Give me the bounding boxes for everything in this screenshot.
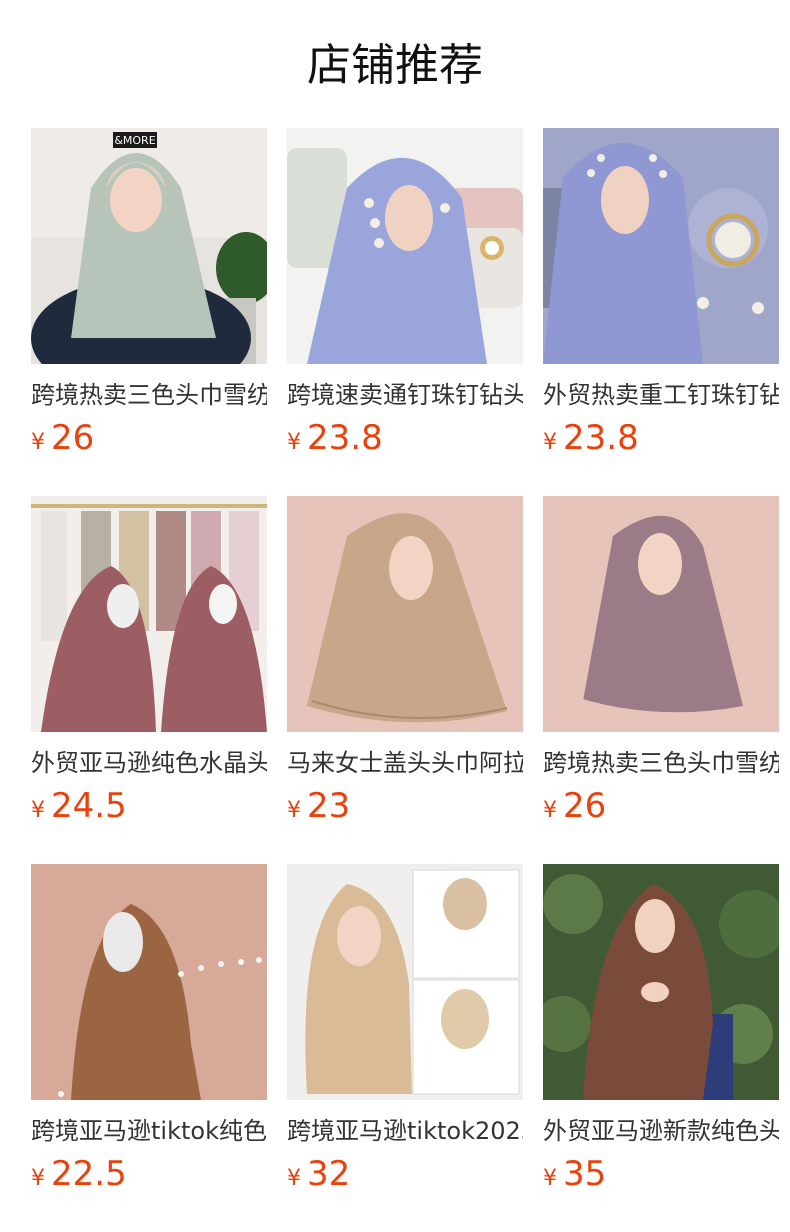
product-price: ¥22.5 [31, 1152, 267, 1196]
section-title: 店铺推荐 [307, 40, 483, 91]
product-price: ¥26 [31, 416, 267, 460]
product-image[interactable] [287, 128, 523, 364]
currency-symbol: ¥ [543, 430, 557, 455]
price-value: 23.8 [307, 418, 383, 458]
product-price: ¥35 [543, 1152, 779, 1196]
product-image[interactable]: &MORE [31, 128, 267, 364]
product-image[interactable] [543, 128, 779, 364]
currency-symbol: ¥ [31, 798, 45, 823]
product-price: ¥26 [543, 784, 779, 828]
product-image[interactable] [31, 496, 267, 732]
product-image[interactable] [287, 496, 523, 732]
currency-symbol: ¥ [31, 1166, 45, 1191]
currency-symbol: ¥ [31, 430, 45, 455]
price-value: 26 [563, 786, 607, 826]
currency-symbol: ¥ [287, 798, 301, 823]
currency-symbol: ¥ [287, 1166, 301, 1191]
product-price: ¥23.8 [287, 416, 523, 460]
price-value: 35 [563, 1154, 607, 1194]
svg-text:&MORE: &MORE [114, 134, 155, 147]
price-value: 22.5 [51, 1154, 127, 1194]
price-value: 24.5 [51, 786, 127, 826]
product-name[interactable]: 外贸亚马逊新款纯色头巾 [543, 1116, 779, 1150]
product-price: ¥32 [287, 1152, 523, 1196]
currency-symbol: ¥ [543, 1166, 557, 1191]
product-price: ¥24.5 [31, 784, 267, 828]
currency-symbol: ¥ [543, 798, 557, 823]
product-name[interactable]: 马来女士盖头头巾阿拉伯 [287, 748, 523, 782]
product-name[interactable]: 跨境速卖通钉珠钉钻头巾 [287, 380, 523, 414]
product-price: ¥23 [287, 784, 523, 828]
price-value: 23.8 [563, 418, 639, 458]
price-value: 23 [307, 786, 351, 826]
price-value: 26 [51, 418, 95, 458]
product-name[interactable]: 跨境亚马逊tiktok2023头巾 [287, 1116, 523, 1150]
product-name[interactable]: 跨境热卖三色头巾雪纺 [543, 748, 779, 782]
currency-symbol: ¥ [287, 430, 301, 455]
product-image[interactable] [543, 496, 779, 732]
product-image[interactable] [31, 864, 267, 1100]
product-name[interactable]: 外贸亚马逊纯色水晶头巾 [31, 748, 267, 782]
product-name[interactable]: 跨境热卖三色头巾雪纺 [31, 380, 267, 414]
product-price: ¥23.8 [543, 416, 779, 460]
product-image[interactable] [543, 864, 779, 1100]
product-name[interactable]: 外贸热卖重工钉珠钉钻头巾 [543, 380, 779, 414]
product-image[interactable] [287, 864, 523, 1100]
price-value: 32 [307, 1154, 351, 1194]
product-name[interactable]: 跨境亚马逊tiktok纯色头巾 [31, 1116, 267, 1150]
